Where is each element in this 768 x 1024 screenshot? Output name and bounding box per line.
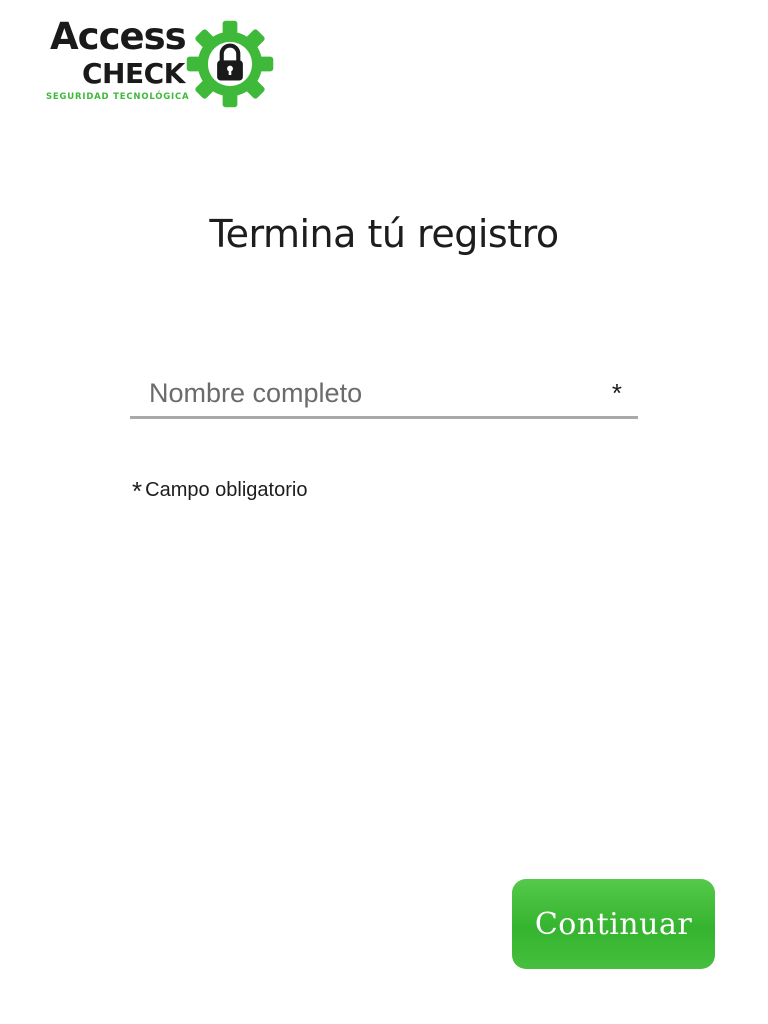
logo-word-check: CHECK	[82, 57, 185, 90]
logo-tagline: SEGURIDAD TECNOLÓGICA	[46, 92, 190, 102]
name-field: *	[130, 370, 638, 420]
full-name-input[interactable]	[130, 370, 617, 416]
logo-word-access: Access	[50, 15, 187, 58]
required-field-note: * Campo obligatorio	[132, 478, 307, 504]
registration-page: Access CHECK SEGURIDAD TECNOLÓGICA Termi…	[0, 0, 768, 1024]
required-asterisk: *	[611, 378, 622, 408]
required-note-text: Campo obligatorio	[145, 479, 308, 501]
field-underline	[130, 416, 638, 419]
continue-button[interactable]: Continuar	[512, 879, 715, 969]
page-title: Termina tú registro	[209, 212, 559, 256]
required-note-asterisk: *	[132, 476, 143, 506]
access-check-logo: Access CHECK SEGURIDAD TECNOLÓGICA	[44, 16, 284, 108]
gear-lock-icon	[186, 20, 274, 108]
